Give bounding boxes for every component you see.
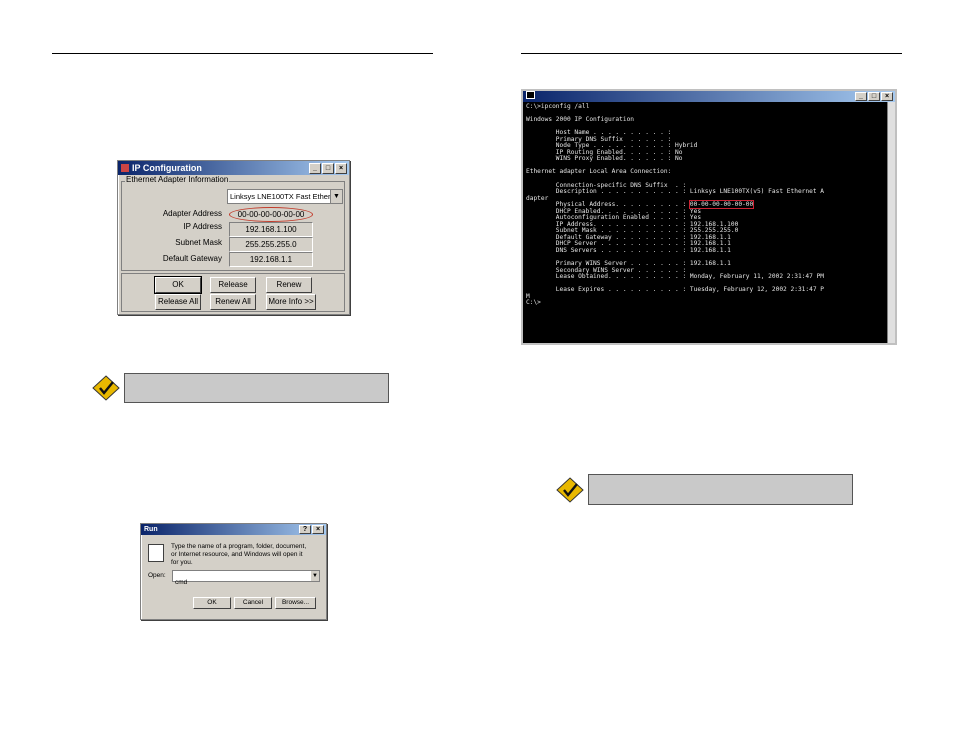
- checkmark-note-icon: [92, 375, 120, 401]
- adapter-select-value: Linksys LNE100TX Fast Ethernet: [230, 192, 341, 201]
- release-button[interactable]: Release: [210, 277, 256, 293]
- left-page-rule: [52, 53, 433, 54]
- run-titlebar: Run ? ×: [141, 524, 326, 535]
- subnet-mask-label: Subnet Mask: [175, 238, 222, 247]
- open-input[interactable]: cmd ▼: [172, 570, 320, 586]
- renew-all-button[interactable]: Renew All: [210, 294, 256, 310]
- window-icon: [121, 164, 129, 172]
- note-left: [92, 373, 389, 403]
- run-title: Run: [144, 526, 158, 533]
- open-label: Open:: [148, 572, 166, 579]
- chevron-down-icon[interactable]: ▼: [311, 571, 319, 581]
- run-description: Type the name of a program, folder, docu…: [171, 543, 307, 566]
- maximize-icon[interactable]: □: [868, 92, 880, 101]
- console-output: C:\>ipconfig /all Windows 2000 IP Config…: [523, 102, 895, 309]
- help-icon[interactable]: ?: [299, 525, 311, 534]
- adapter-select[interactable]: Linksys LNE100TX Fast Ethernet ▼: [227, 189, 343, 204]
- console-titlebar: _ □ ×: [523, 91, 895, 102]
- group-label: Ethernet Adapter Information: [125, 175, 230, 184]
- ok-button[interactable]: OK: [154, 276, 202, 294]
- run-cancel-button[interactable]: Cancel: [234, 597, 272, 609]
- ip-address-label: IP Address: [183, 222, 222, 231]
- run-ok-button[interactable]: OK: [193, 597, 231, 609]
- command-prompt-window: _ □ × C:\>ipconfig /all Windows 2000 IP …: [521, 89, 897, 345]
- close-icon[interactable]: ×: [335, 163, 347, 174]
- minimize-icon[interactable]: _: [309, 163, 321, 174]
- open-input-value: cmd: [175, 579, 188, 586]
- ip-address-value: 192.168.1.100: [229, 222, 313, 237]
- more-info-button[interactable]: More Info >>: [266, 294, 316, 310]
- checkmark-note-icon: [556, 476, 584, 503]
- subnet-mask-value: 255.255.255.0: [229, 237, 313, 252]
- run-browse-button[interactable]: Browse...: [275, 597, 316, 609]
- right-page-rule: [521, 53, 902, 54]
- close-icon[interactable]: ×: [312, 525, 324, 534]
- close-icon[interactable]: ×: [881, 92, 893, 101]
- minimize-icon[interactable]: _: [855, 92, 867, 101]
- console-scrollbar[interactable]: [887, 102, 895, 343]
- release-all-button[interactable]: Release All: [155, 294, 201, 310]
- chevron-down-icon[interactable]: ▼: [330, 190, 342, 203]
- default-gateway-value: 192.168.1.1: [229, 252, 313, 267]
- note-box-left: [124, 373, 389, 403]
- window-title: IP Configuration: [132, 163, 202, 173]
- console-line: C:\>: [526, 299, 541, 307]
- run-program-icon: [148, 544, 164, 562]
- note-right: [556, 474, 853, 505]
- ip-config-titlebar: IP Configuration _ □ ×: [118, 161, 349, 175]
- adapter-address-label: Adapter Address: [162, 209, 222, 218]
- adapter-address-value: 00-00-00-00-00-00: [229, 207, 313, 222]
- ip-configuration-window: IP Configuration _ □ × Ethernet Adapter …: [117, 160, 350, 315]
- note-box-right: [588, 474, 853, 505]
- renew-button[interactable]: Renew: [266, 277, 312, 293]
- console-icon: [526, 91, 535, 99]
- default-gateway-label: Default Gateway: [162, 254, 222, 263]
- maximize-icon[interactable]: □: [322, 163, 334, 174]
- run-dialog-window: Run ? × Type the name of a program, fold…: [140, 523, 327, 620]
